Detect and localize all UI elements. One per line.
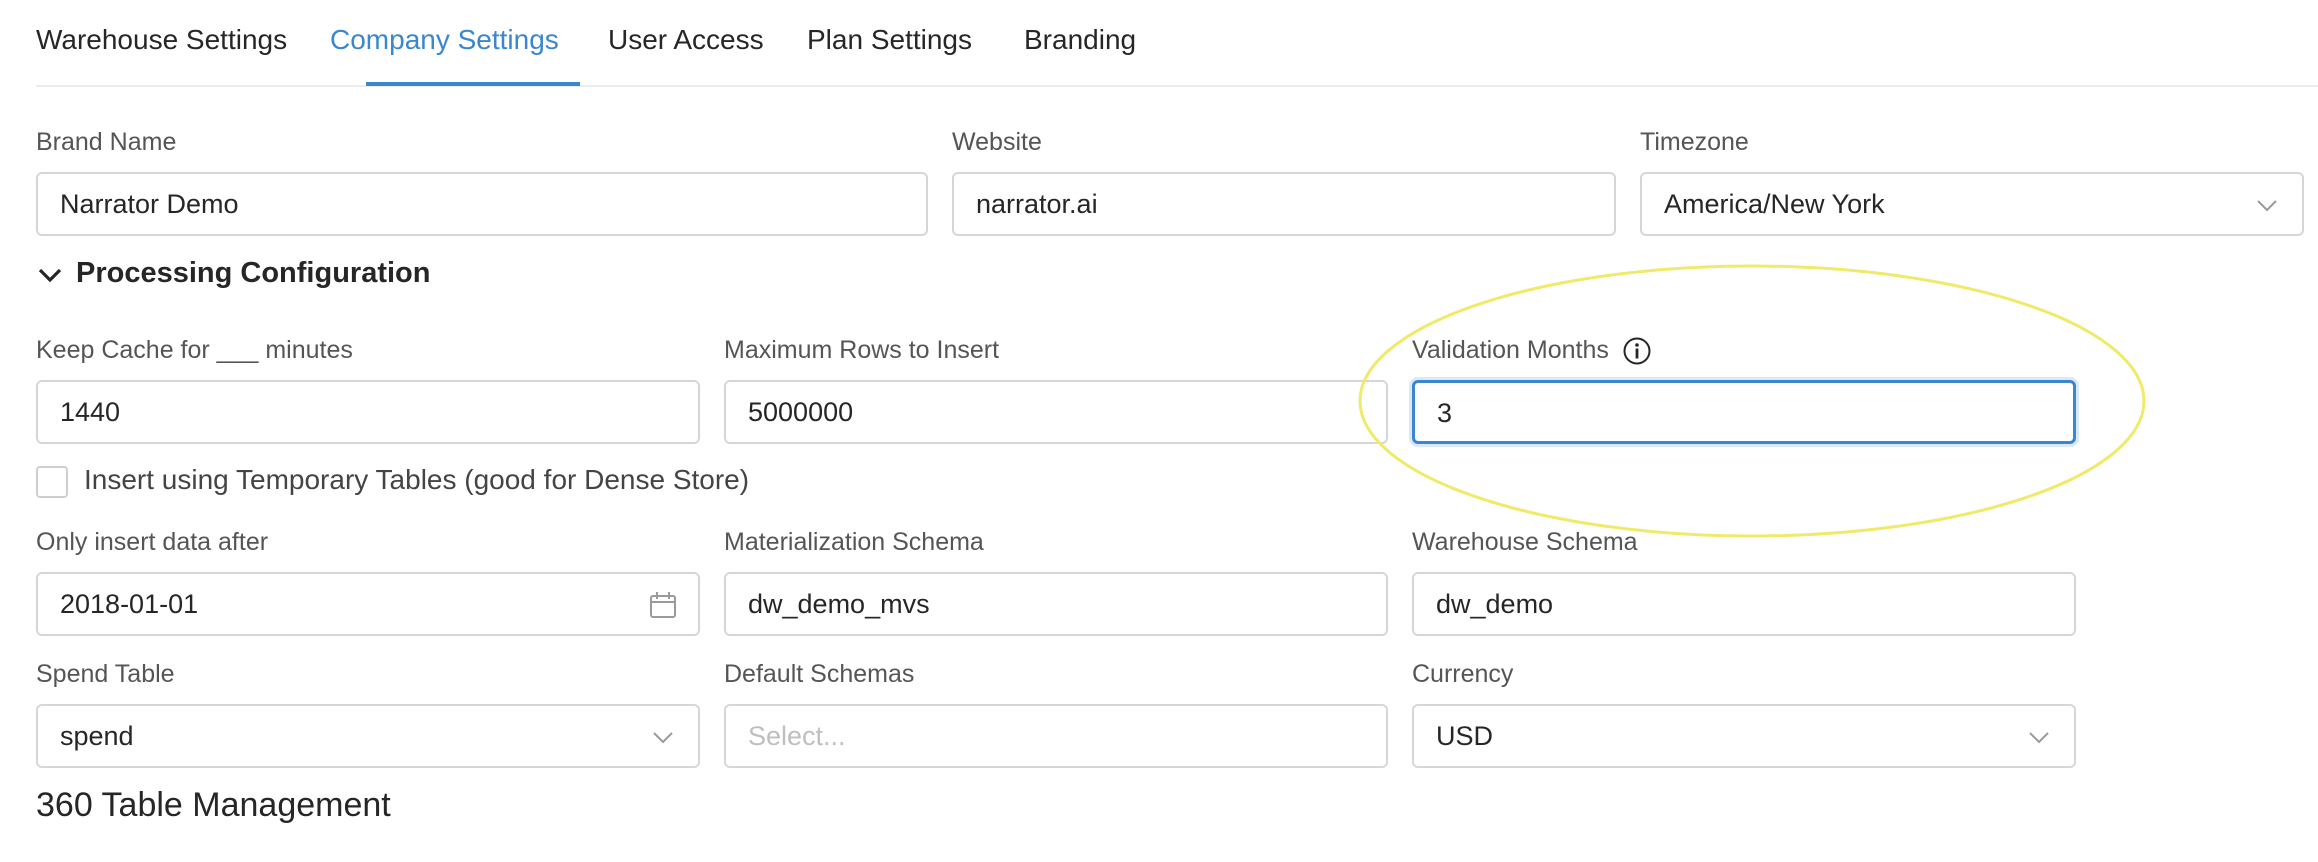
tab-plan-settings[interactable]: Plan Settings (807, 24, 972, 56)
processing-configuration-title: Processing Configuration (76, 257, 431, 289)
max-rows-label: Maximum Rows to Insert (724, 336, 1000, 364)
tab-user-access[interactable]: User Access (608, 24, 764, 56)
temporary-tables-checkbox[interactable] (36, 466, 68, 498)
table-management-title: 360 Table Management (36, 786, 391, 824)
currency-select[interactable]: USD (1412, 704, 2076, 768)
brand-name-input[interactable]: Narrator Demo (36, 172, 928, 236)
website-input[interactable]: narrator.ai (952, 172, 1616, 236)
calendar-icon (650, 592, 676, 618)
spend-table-select[interactable]: spend (36, 704, 700, 768)
validation-months-label: Validation Months (1412, 336, 1609, 364)
chevron-down-icon (653, 732, 673, 744)
tab-branding[interactable]: Branding (1024, 24, 1136, 56)
brand-name-value: Narrator Demo (60, 189, 239, 219)
brand-name-label: Brand Name (36, 128, 177, 156)
insert-after-date-picker[interactable]: 2018-01-01 (36, 572, 700, 636)
active-tab-indicator (366, 82, 580, 86)
tab-company-settings[interactable]: Company Settings (330, 24, 559, 56)
timezone-label: Timezone (1640, 128, 1749, 156)
keep-cache-value: 1440 (60, 397, 121, 427)
materialization-schema-label: Materialization Schema (724, 528, 984, 556)
max-rows-value: 5000000 (748, 397, 854, 427)
timezone-value: America/New York (1664, 189, 1885, 219)
max-rows-input[interactable]: 5000000 (724, 380, 1388, 444)
validation-months-input[interactable]: 3 (1412, 380, 2076, 444)
warehouse-schema-value: dw_demo (1436, 589, 1554, 619)
temporary-tables-label[interactable]: Insert using Temporary Tables (good for … (84, 464, 749, 496)
info-icon[interactable] (1622, 336, 1652, 366)
default-schemas-label: Default Schemas (724, 660, 915, 688)
chevron-down-icon (2029, 732, 2049, 744)
insert-after-value: 2018-01-01 (60, 589, 199, 619)
default-schemas-placeholder: Select... (748, 721, 846, 751)
currency-label: Currency (1412, 660, 1514, 688)
materialization-schema-input[interactable]: dw_demo_mvs (724, 572, 1388, 636)
insert-after-label: Only insert data after (36, 528, 269, 556)
timezone-select[interactable]: America/New York (1640, 172, 2304, 236)
warehouse-schema-label: Warehouse Schema (1412, 528, 1638, 556)
currency-value: USD (1436, 721, 1494, 751)
chevron-down-icon (2257, 200, 2277, 212)
spend-table-value: spend (60, 721, 134, 751)
keep-cache-label: Keep Cache for ___ minutes (36, 336, 353, 364)
spend-table-label: Spend Table (36, 660, 175, 688)
tab-warehouse-settings[interactable]: Warehouse Settings (36, 24, 287, 56)
materialization-schema-value: dw_demo_mvs (748, 589, 930, 619)
validation-months-value: 3 (1437, 398, 1453, 428)
settings-tabs: Warehouse Settings Company Settings User… (36, 0, 2318, 87)
keep-cache-input[interactable]: 1440 (36, 380, 700, 444)
warehouse-schema-input[interactable]: dw_demo (1412, 572, 2076, 636)
chevron-down-icon (38, 268, 62, 283)
website-label: Website (952, 128, 1042, 156)
website-value: narrator.ai (976, 189, 1098, 219)
default-schemas-select[interactable]: Select... (724, 704, 1388, 768)
